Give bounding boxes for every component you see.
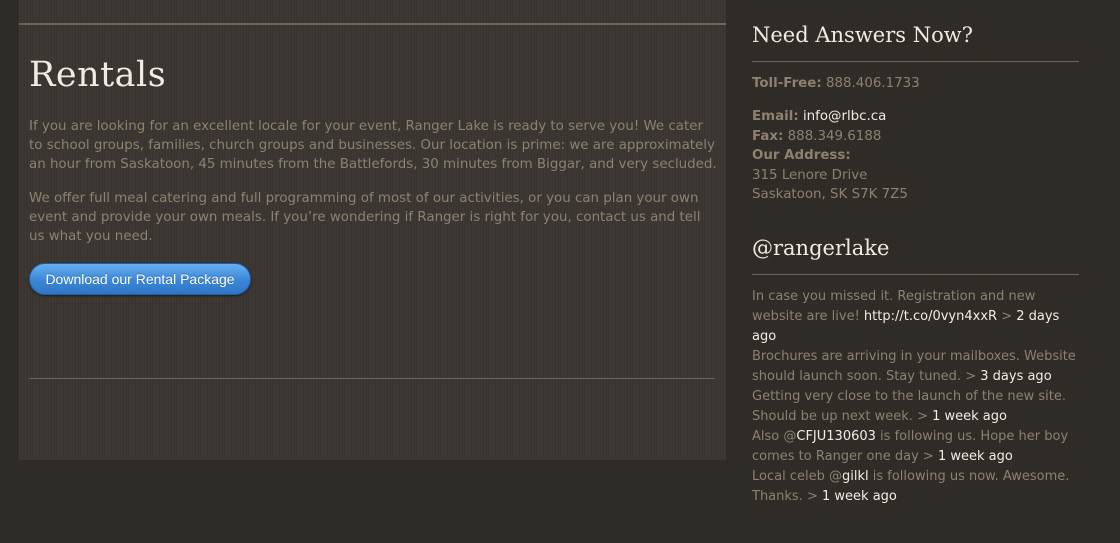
address-line-1: 315 Lenore Drive — [752, 167, 868, 183]
page-title: Rentals — [29, 55, 167, 95]
tweet-timestamp[interactable]: 3 days ago — [980, 369, 1051, 384]
email-line: Email: info@rlbc.ca — [752, 107, 908, 127]
address-label: Our Address: — [752, 148, 851, 163]
rentals-panel: Rentals If you are looking for an excell… — [19, 0, 726, 460]
address-label-line: Our Address: — [752, 146, 908, 166]
tweet-list: In case you missed it. Registration and … — [752, 287, 1082, 507]
fax-value: 888.349.6188 — [787, 128, 882, 144]
tweet-mention[interactable]: CFJU130603 — [796, 429, 876, 444]
contact-divider — [752, 61, 1079, 62]
tweet-prefix: Local celeb @ — [752, 469, 842, 484]
tweet-text: Getting very close to the launch of the … — [752, 389, 1066, 424]
top-divider — [19, 23, 726, 25]
tweet-item: Local celeb @gilkl is following us now. … — [752, 467, 1082, 507]
bottom-divider — [29, 378, 715, 379]
tollfree-line: Toll-Free: 888.406.1733 — [752, 74, 920, 94]
tweet-separator: > — [1001, 309, 1013, 324]
twitter-heading: @rangerlake — [752, 236, 890, 260]
contact-details: Email: info@rlbc.ca Fax: 888.349.6188 Ou… — [752, 107, 908, 205]
tweet-timestamp[interactable]: 1 week ago — [932, 409, 1007, 424]
tweet-item: Brochures are arriving in your mailboxes… — [752, 347, 1082, 387]
tweet-prefix: Also @ — [752, 429, 797, 444]
tweet-mention[interactable]: gilkl — [842, 469, 869, 484]
contact-heading: Need Answers Now? — [752, 23, 973, 47]
tweet-separator: > — [922, 449, 934, 464]
tweet-separator: > — [806, 489, 818, 504]
tweet-item: Also @CFJU130603 is following us. Hope h… — [752, 427, 1082, 467]
tweet-item: In case you missed it. Registration and … — [752, 287, 1082, 347]
tollfree-label: Toll-Free: — [752, 76, 822, 91]
tweet-separator: > — [965, 369, 977, 384]
tweet-item: Getting very close to the launch of the … — [752, 387, 1082, 427]
intro-paragraph: If you are looking for an excellent loca… — [29, 119, 717, 172]
fax-line: Fax: 888.349.6188 — [752, 127, 908, 147]
download-rental-package-button[interactable]: Download our Rental Package — [29, 263, 251, 295]
tweet-link[interactable]: http://t.co/0vyn4xxR — [864, 309, 997, 324]
address-line-2: Saskatoon, SK S7K 7Z5 — [752, 187, 908, 202]
email-label: Email: — [752, 109, 799, 124]
twitter-divider — [752, 274, 1079, 275]
tweet-separator: > — [917, 409, 928, 424]
tweet-timestamp[interactable]: 1 week ago — [938, 449, 1013, 464]
fax-label: Fax: — [752, 128, 784, 144]
tweet-timestamp[interactable]: 1 week ago — [822, 489, 897, 504]
email-link[interactable]: info@rlbc.ca — [803, 109, 886, 124]
tollfree-value: 888.406.1733 — [825, 76, 920, 91]
catering-paragraph: We offer full meal catering and full pro… — [29, 191, 701, 244]
